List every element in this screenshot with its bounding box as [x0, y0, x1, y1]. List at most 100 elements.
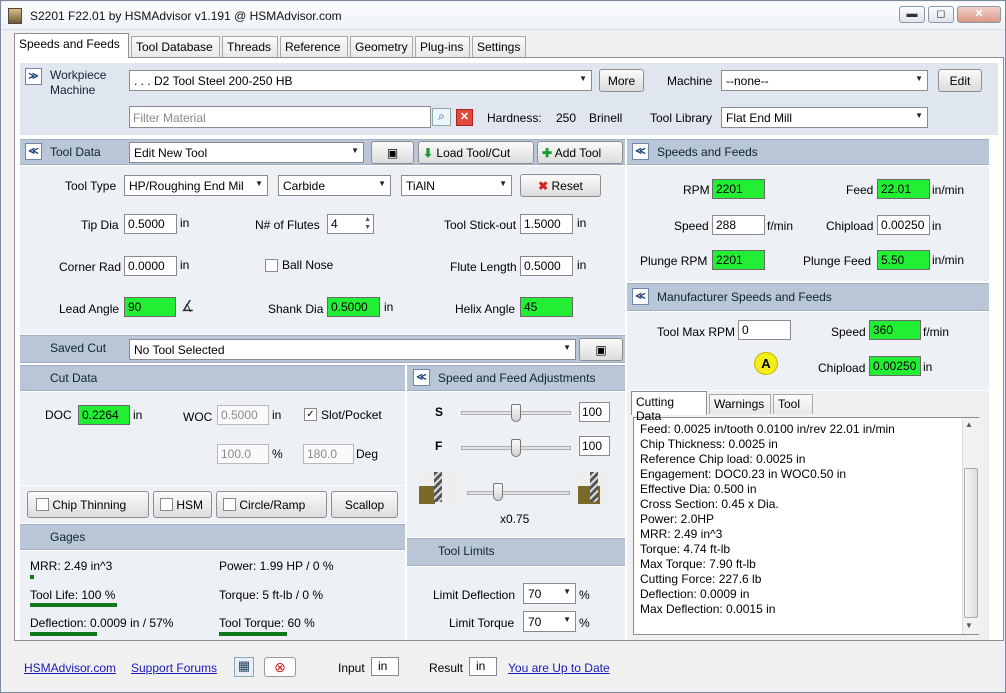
adjustments-collapse-icon[interactable]: ≪: [413, 369, 430, 386]
shank-dia-label: Shank Dia: [268, 302, 324, 316]
tool-type-select[interactable]: HP/Roughing End Mil ▼: [124, 175, 268, 196]
load-tool-button[interactable]: ⬇ Load Tool/Cut: [418, 141, 534, 164]
manufacturer-collapse-icon[interactable]: ≪: [632, 288, 649, 305]
tool-select[interactable]: Edit New Tool ▼: [129, 142, 364, 163]
scrollbar-thumb[interactable]: [964, 468, 978, 618]
circle-ramp-checkbox[interactable]: [223, 498, 236, 511]
coating-value: TiAlN: [406, 179, 435, 193]
machine-edit-button[interactable]: Edit: [938, 69, 982, 92]
lifebuoy-icon[interactable]: ⊗: [264, 657, 296, 677]
helix-angle-input[interactable]: 45: [520, 297, 573, 317]
limit-torque-select[interactable]: 70 ▼: [523, 611, 576, 632]
s-slider-label: S: [435, 405, 444, 419]
input-units-value[interactable]: in: [371, 657, 399, 676]
result-units-value[interactable]: in: [469, 657, 497, 676]
lead-angle-input[interactable]: 90: [124, 297, 176, 317]
hsm-toggle[interactable]: HSM: [153, 491, 212, 518]
tab-settings[interactable]: Settings: [472, 36, 526, 57]
limit-deflection-select[interactable]: 70 ▼: [523, 583, 576, 604]
update-status-link[interactable]: You are Up to Date: [508, 661, 610, 675]
machine-select[interactable]: --none-- ▼: [721, 70, 928, 91]
feed-unit: in/min: [932, 183, 965, 197]
tab-threads[interactable]: Threads: [222, 36, 278, 57]
material-select[interactable]: . . . D2 Tool Steel 200-250 HB ▼: [129, 70, 592, 91]
mfr-speed-value[interactable]: 360: [869, 320, 921, 340]
saved-cut-edit-icon[interactable]: ▣: [579, 338, 623, 361]
tool-data-collapse-icon[interactable]: ≪: [25, 143, 42, 160]
tab-warnings[interactable]: Warnings: [709, 394, 771, 414]
tab-cutting-data[interactable]: Cutting Data: [631, 391, 707, 423]
tab-plug-ins[interactable]: Plug-ins: [415, 36, 470, 57]
shank-dia-unit: in: [384, 300, 394, 314]
rpm-value[interactable]: 2201: [712, 179, 765, 199]
mfr-chipload-value[interactable]: 0.00250: [869, 356, 921, 376]
add-tool-button[interactable]: ✚ Add Tool: [537, 141, 623, 164]
chipload-value[interactable]: 0.00250: [877, 215, 930, 235]
chip-thinning-checkbox[interactable]: [36, 498, 49, 511]
more-button[interactable]: More: [599, 69, 644, 92]
tip-dia-input[interactable]: 0.5000: [124, 214, 177, 234]
s-slider-thumb[interactable]: [511, 404, 521, 422]
hardness-unit: Brinell: [589, 111, 623, 125]
cutting-data-textbox[interactable]: Feed: 0.0025 in/tooth 0.0100 in/rev 22.0…: [633, 417, 979, 635]
tab-tool[interactable]: Tool: [773, 394, 813, 414]
feed-value[interactable]: 22.01: [877, 179, 930, 199]
engagement-slider-thumb[interactable]: [493, 483, 503, 501]
hsm-checkbox[interactable]: [160, 498, 173, 511]
workpiece-collapse-icon[interactable]: ≫: [25, 68, 42, 85]
scallop-button[interactable]: Scallop: [331, 491, 398, 518]
chip-thinning-toggle[interactable]: Chip Thinning: [27, 491, 149, 518]
maximize-button[interactable]: ◻: [928, 6, 954, 23]
speeds-feeds-title: Speeds and Feeds: [657, 145, 758, 159]
flutes-label: N# of Flutes: [255, 218, 320, 232]
reset-button[interactable]: ✖ Reset: [520, 174, 601, 197]
woc-percent-input[interactable]: 100.0: [217, 444, 269, 464]
vertical-scrollbar[interactable]: ▲ ▼: [962, 418, 979, 634]
flutes-stepper[interactable]: 4 ▲ ▼: [327, 214, 374, 234]
plunge-rpm-value[interactable]: 2201: [712, 250, 765, 270]
support-forums-link[interactable]: Support Forums: [131, 661, 217, 675]
tool-library-select[interactable]: Flat End Mill ▼: [721, 107, 928, 128]
calculator-icon[interactable]: ▦: [234, 657, 254, 677]
f-slider-thumb[interactable]: [511, 439, 521, 457]
saved-cut-select[interactable]: No Tool Selected ▼: [129, 339, 576, 360]
tool-max-rpm-input[interactable]: 0: [738, 320, 791, 340]
filter-material-input[interactable]: Filter Material: [129, 106, 431, 128]
f-value-input[interactable]: 100: [579, 436, 610, 456]
close-button[interactable]: ✕: [957, 6, 1001, 23]
minimize-button[interactable]: ▬: [899, 6, 925, 23]
slot-pocket-checkbox[interactable]: ✓: [304, 408, 317, 421]
circle-ramp-toggle[interactable]: Circle/Ramp: [216, 491, 327, 518]
shank-dia-input[interactable]: 0.5000: [327, 297, 380, 317]
woc-input[interactable]: 0.5000: [217, 405, 269, 425]
tool-material-select[interactable]: Carbide ▼: [278, 175, 391, 196]
cutting-data-line: Max Torque: 7.90 ft-lb: [640, 557, 756, 571]
mfr-speed-unit: f/min: [923, 325, 950, 339]
gages-title: Gages: [50, 530, 86, 544]
doc-input[interactable]: 0.2264: [78, 405, 130, 425]
corner-rad-input[interactable]: 0.0000: [124, 256, 177, 276]
clear-filter-icon[interactable]: ✕: [456, 109, 473, 126]
tool-edit-icon[interactable]: ▣: [371, 141, 414, 164]
hsmadvisor-link[interactable]: HSMAdvisor.com: [24, 661, 116, 675]
stickout-input[interactable]: 1.5000: [520, 214, 573, 234]
scroll-down-icon[interactable]: ▼: [965, 621, 973, 630]
a-badge-icon: A: [754, 352, 778, 375]
coating-select[interactable]: TiAlN ▼: [401, 175, 512, 196]
tab-reference[interactable]: Reference: [280, 36, 348, 57]
plunge-feed-value[interactable]: 5.50: [877, 250, 930, 270]
s-value-input[interactable]: 100: [579, 402, 610, 422]
hsm-label: HSM: [176, 498, 204, 512]
stepper-arrows-icon[interactable]: ▲ ▼: [364, 216, 371, 232]
tab-geometry[interactable]: Geometry: [350, 36, 413, 57]
tab-speeds-and-feeds[interactable]: Speeds and Feeds: [14, 33, 129, 58]
engagement-slider-track[interactable]: [467, 491, 570, 495]
tab-tool-database[interactable]: Tool Database: [131, 36, 220, 57]
search-icon[interactable]: ⌕: [432, 108, 451, 126]
speed-value[interactable]: 288: [712, 215, 765, 235]
engagement-degree-input[interactable]: 180.0: [303, 444, 354, 464]
ball-nose-checkbox[interactable]: [265, 259, 278, 272]
flute-length-input[interactable]: 0.5000: [520, 256, 573, 276]
scroll-up-icon[interactable]: ▲: [965, 420, 973, 429]
speeds-feeds-collapse-icon[interactable]: ≪: [632, 143, 649, 160]
